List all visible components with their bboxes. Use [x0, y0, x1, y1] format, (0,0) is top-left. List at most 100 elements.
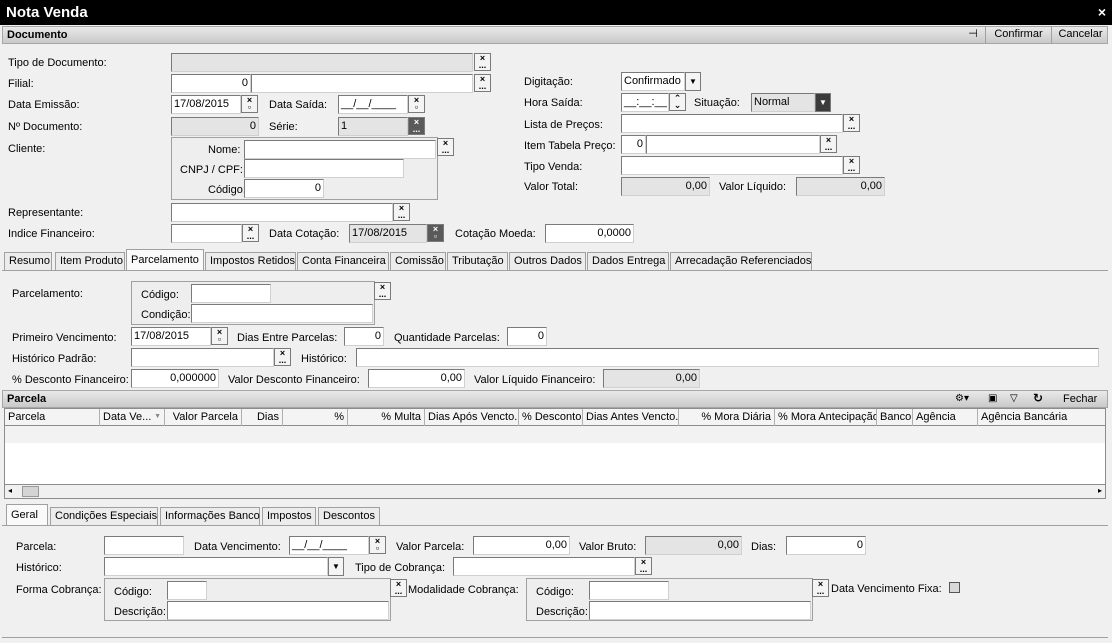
fechar-button[interactable]: Fechar: [1063, 391, 1097, 407]
dias-entre-parcelas-input[interactable]: 0: [344, 327, 384, 346]
lista-precos-input[interactable]: [621, 114, 843, 133]
column-agencia[interactable]: Agência: [913, 409, 978, 426]
modalidade-cobranca-codigo-input[interactable]: [589, 581, 669, 600]
forma-cobranca-lookup-button[interactable]: ×...: [390, 579, 407, 597]
data-emissao-calendar-button[interactable]: × ▫: [241, 95, 258, 113]
close-icon[interactable]: ×: [1098, 0, 1106, 25]
n-documento-input[interactable]: 0: [171, 117, 259, 136]
filial-lookup-button[interactable]: ×...: [474, 74, 491, 92]
tipo-venda-lookup-button[interactable]: ×...: [843, 156, 860, 174]
refresh-icon[interactable]: ↻: [1033, 390, 1043, 406]
cancelar-button[interactable]: Cancelar: [1051, 26, 1109, 44]
column-mora-diaria[interactable]: % Mora Diária: [679, 409, 775, 426]
forma-cobranca-descricao-input[interactable]: [167, 601, 389, 620]
subtab-impostos[interactable]: Impostos: [262, 507, 316, 526]
filial-code-input[interactable]: 0: [171, 74, 251, 93]
geral-historico-select[interactable]: [104, 557, 328, 576]
column-multa[interactable]: % Multa: [348, 409, 425, 426]
tab-arrecadacao-referenciados[interactable]: Arrecadação Referenciados: [670, 252, 812, 271]
column-percent[interactable]: %: [283, 409, 348, 426]
scroll-right-icon[interactable]: ▸: [1098, 486, 1102, 495]
modalidade-cobranca-descricao-input[interactable]: [589, 601, 811, 620]
representante-lookup-button[interactable]: ×...: [393, 203, 410, 221]
parcelamento-codigo-input[interactable]: [191, 284, 271, 303]
quantidade-parcelas-input[interactable]: 0: [507, 327, 547, 346]
tipo-venda-input[interactable]: [621, 156, 843, 175]
tab-dados-entrega[interactable]: Dados Entrega: [587, 252, 669, 271]
geral-data-vencimento-input[interactable]: __/__/____: [289, 536, 369, 555]
data-vencimento-fixa-checkbox[interactable]: [949, 582, 960, 593]
cliente-codigo-input[interactable]: 0: [244, 179, 324, 198]
data-saida-input[interactable]: __/__/____: [338, 95, 408, 114]
historico-input[interactable]: [356, 348, 1099, 367]
lista-precos-lookup-button[interactable]: ×...: [843, 114, 860, 132]
data-emissao-input[interactable]: 17/08/2015: [171, 95, 241, 114]
data-saida-calendar-button[interactable]: × ▫: [408, 95, 425, 113]
tab-item-produto[interactable]: Item Produto: [55, 252, 125, 271]
parcelamento-condicao-input[interactable]: [191, 304, 373, 323]
column-dias-apos-vencto[interactable]: Dias Após Vencto.: [425, 409, 519, 426]
digitacao-dropdown-icon[interactable]: ▼: [685, 72, 701, 91]
situacao-select[interactable]: Normal: [751, 93, 815, 112]
valor-desconto-financeiro-input[interactable]: 0,00: [368, 369, 465, 388]
column-data-vencimento[interactable]: Data Ve... ▼: [100, 409, 165, 426]
cliente-lookup-button[interactable]: ×...: [437, 138, 454, 156]
geral-data-vencimento-calendar-button[interactable]: × ▫: [369, 536, 386, 554]
geral-historico-dropdown-icon[interactable]: ▼: [328, 557, 344, 576]
column-parcela[interactable]: Parcela: [5, 409, 100, 426]
column-dias[interactable]: Dias: [242, 409, 283, 426]
parcela-grid-body[interactable]: [4, 426, 1106, 484]
item-tabela-preco-name-input[interactable]: [646, 135, 820, 154]
tipo-documento-input[interactable]: [171, 53, 473, 72]
modalidade-cobranca-lookup-button[interactable]: ×...: [812, 579, 829, 597]
primeiro-vencimento-input[interactable]: 17/08/2015: [131, 327, 211, 346]
serie-input[interactable]: 1: [338, 117, 408, 136]
geral-parcela-input[interactable]: [104, 536, 184, 555]
digitacao-select[interactable]: Confirmado: [621, 72, 685, 91]
export-icon[interactable]: ▣: [988, 391, 997, 407]
scroll-thumb[interactable]: [22, 486, 39, 497]
item-tabela-preco-lookup-button[interactable]: ×...: [820, 135, 837, 153]
column-agencia-bancaria[interactable]: Agência Bancária: [978, 409, 1105, 426]
cotacao-moeda-input[interactable]: 0,0000: [545, 224, 634, 243]
tab-impostos-retidos[interactable]: Impostos Retidos: [205, 252, 296, 271]
column-mora-antecipacao[interactable]: % Mora Antecipação: [775, 409, 877, 426]
hora-saida-spin-button[interactable]: ⌃ ⌄: [669, 93, 686, 111]
hora-saida-input[interactable]: __:__:__: [621, 93, 669, 112]
subtab-geral[interactable]: Geral: [6, 504, 48, 526]
historico-padrao-input[interactable]: [131, 348, 274, 367]
cliente-nome-input[interactable]: [244, 140, 436, 159]
column-dias-antes-vencto[interactable]: Dias Antes Vencto.: [583, 409, 679, 426]
situacao-dropdown-icon[interactable]: ▼: [815, 93, 831, 112]
confirmar-button[interactable]: Confirmar: [985, 26, 1051, 44]
scroll-left-icon[interactable]: ◂: [8, 486, 12, 495]
filial-name-input[interactable]: [251, 74, 473, 93]
cliente-cnpj-input[interactable]: [244, 159, 404, 178]
primeiro-vencimento-calendar-button[interactable]: × ▫: [211, 327, 228, 345]
geral-valor-parcela-input[interactable]: 0,00: [473, 536, 570, 555]
indice-financeiro-lookup-button[interactable]: ×...: [242, 224, 259, 242]
tab-conta-financeira[interactable]: Conta Financeira: [297, 252, 389, 271]
data-cotacao-input[interactable]: 17/08/2015: [349, 224, 427, 243]
geral-tipo-cobranca-input[interactable]: [453, 557, 635, 576]
item-tabela-preco-code-input[interactable]: 0: [621, 135, 646, 154]
tab-resumo[interactable]: Resumo: [4, 252, 52, 271]
column-valor-parcela[interactable]: Valor Parcela: [165, 409, 242, 426]
column-desconto[interactable]: % Desconto: [519, 409, 583, 426]
data-cotacao-calendar-button[interactable]: × ▫: [427, 224, 444, 242]
columns-config-icon[interactable]: ⚙▾: [955, 391, 969, 407]
parcelamento-lookup-button[interactable]: ×...: [374, 282, 391, 300]
geral-tipo-cobranca-lookup-button[interactable]: ×...: [635, 557, 652, 575]
representante-input[interactable]: [171, 203, 393, 222]
historico-padrao-lookup-button[interactable]: ×...: [274, 348, 291, 366]
tipo-documento-lookup-button[interactable]: ×...: [474, 53, 491, 71]
tab-comissao[interactable]: Comissão: [390, 252, 446, 271]
pin-icon[interactable]: ⊣: [961, 26, 985, 44]
subtab-informacoes-banco[interactable]: Informações Banco: [160, 507, 260, 526]
forma-cobranca-codigo-input[interactable]: [167, 581, 207, 600]
serie-lookup-button[interactable]: ×...: [408, 117, 425, 135]
geral-dias-input[interactable]: 0: [786, 536, 866, 555]
tab-tributacao[interactable]: Tributação: [447, 252, 508, 271]
parcela-grid-scrollbar[interactable]: ◂ ▸: [4, 484, 1106, 499]
tab-parcelamento[interactable]: Parcelamento: [126, 249, 204, 271]
